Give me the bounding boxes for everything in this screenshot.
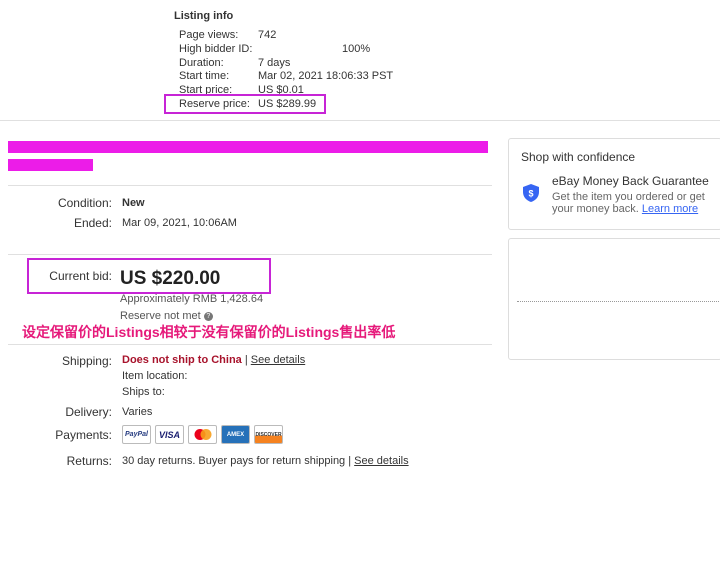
high-bidder-label: High bidder ID:	[179, 43, 253, 55]
returns-label: Returns:	[66, 454, 112, 468]
discover-icon: DISCOVER	[254, 425, 283, 444]
duration-value: 7 days	[258, 57, 291, 69]
current-bid-price: US $220.00	[120, 268, 221, 289]
confidence-title: Shop with confidence	[521, 150, 636, 164]
ships-to-label: Ships to:	[122, 386, 165, 398]
shipping-label: Shipping:	[61, 354, 112, 368]
listing-info-title: Listing info	[174, 10, 234, 22]
shipping-info: Does not ship to China | See details	[122, 354, 305, 366]
guarantee-title: eBay Money Back Guarantee	[552, 174, 709, 188]
condition-label: Condition:	[57, 196, 112, 210]
duration-label: Duration:	[179, 57, 224, 69]
info-icon[interactable]: ?	[203, 311, 213, 321]
guarantee-text-line-2: your money back. Learn more	[552, 203, 698, 215]
bid-divider	[8, 254, 492, 255]
paypal-icon: PayPal	[122, 425, 151, 444]
approx-price: Approximately RMB 1,428.64	[120, 293, 264, 305]
returns-see-details-link[interactable]: See details	[354, 455, 408, 467]
ended-value: Mar 09, 2021, 10:06AM	[122, 217, 237, 229]
redacted-title-line-1	[8, 141, 488, 153]
ended-label: Ended:	[73, 216, 112, 230]
svg-text:$: $	[528, 189, 533, 199]
learn-more-link[interactable]: Learn more	[642, 203, 698, 215]
reserve-status: Reserve not met ?	[120, 310, 213, 322]
amex-icon: AMEX	[221, 425, 250, 444]
page-views-label: Page views:	[179, 29, 239, 41]
redacted-title-line-2	[8, 159, 93, 171]
shipping-divider	[8, 344, 492, 345]
page-views-value: 742	[258, 29, 277, 41]
guarantee-text-line-2-text: your money back.	[552, 203, 639, 215]
current-bid-label: Current bid:	[49, 269, 112, 283]
item-location-label: Item location:	[122, 370, 188, 382]
shipping-status: Does not ship to China	[122, 354, 242, 366]
payments-label: Payments:	[55, 428, 112, 442]
returns-value: 30 day returns. Buyer pays for return sh…	[122, 455, 352, 467]
reserve-price-highlight	[164, 94, 326, 114]
guarantee-text-line-1: Get the item you ordered or get	[552, 191, 705, 203]
delivery-label: Delivery:	[65, 405, 112, 419]
shipping-separator: |	[244, 354, 248, 366]
mastercard-icon	[188, 425, 217, 444]
delivery-value: Varies	[122, 406, 153, 418]
condition-value: New	[122, 197, 145, 209]
start-time-label: Start time:	[179, 70, 230, 82]
start-time-value: Mar 02, 2021 18:06:33 PST	[258, 70, 394, 82]
high-bidder-value: 100%	[342, 43, 371, 55]
shipping-see-details-link[interactable]: See details	[251, 354, 305, 366]
returns-info: 30 day returns. Buyer pays for return sh…	[122, 455, 409, 467]
section-divider	[0, 120, 720, 121]
title-divider	[8, 185, 492, 186]
annotation-text: 设定保留价的Listings相较于没有保留价的Listings售出率低	[22, 324, 396, 340]
seller-info-card	[508, 238, 720, 360]
visa-icon: VISA	[155, 425, 184, 444]
shield-check-icon: $	[522, 183, 540, 208]
shop-with-confidence-card: Shop with confidence $ eBay Money Back G…	[508, 138, 720, 230]
seller-card-divider	[517, 301, 719, 302]
reserve-status-text: Reserve not met	[120, 310, 201, 322]
